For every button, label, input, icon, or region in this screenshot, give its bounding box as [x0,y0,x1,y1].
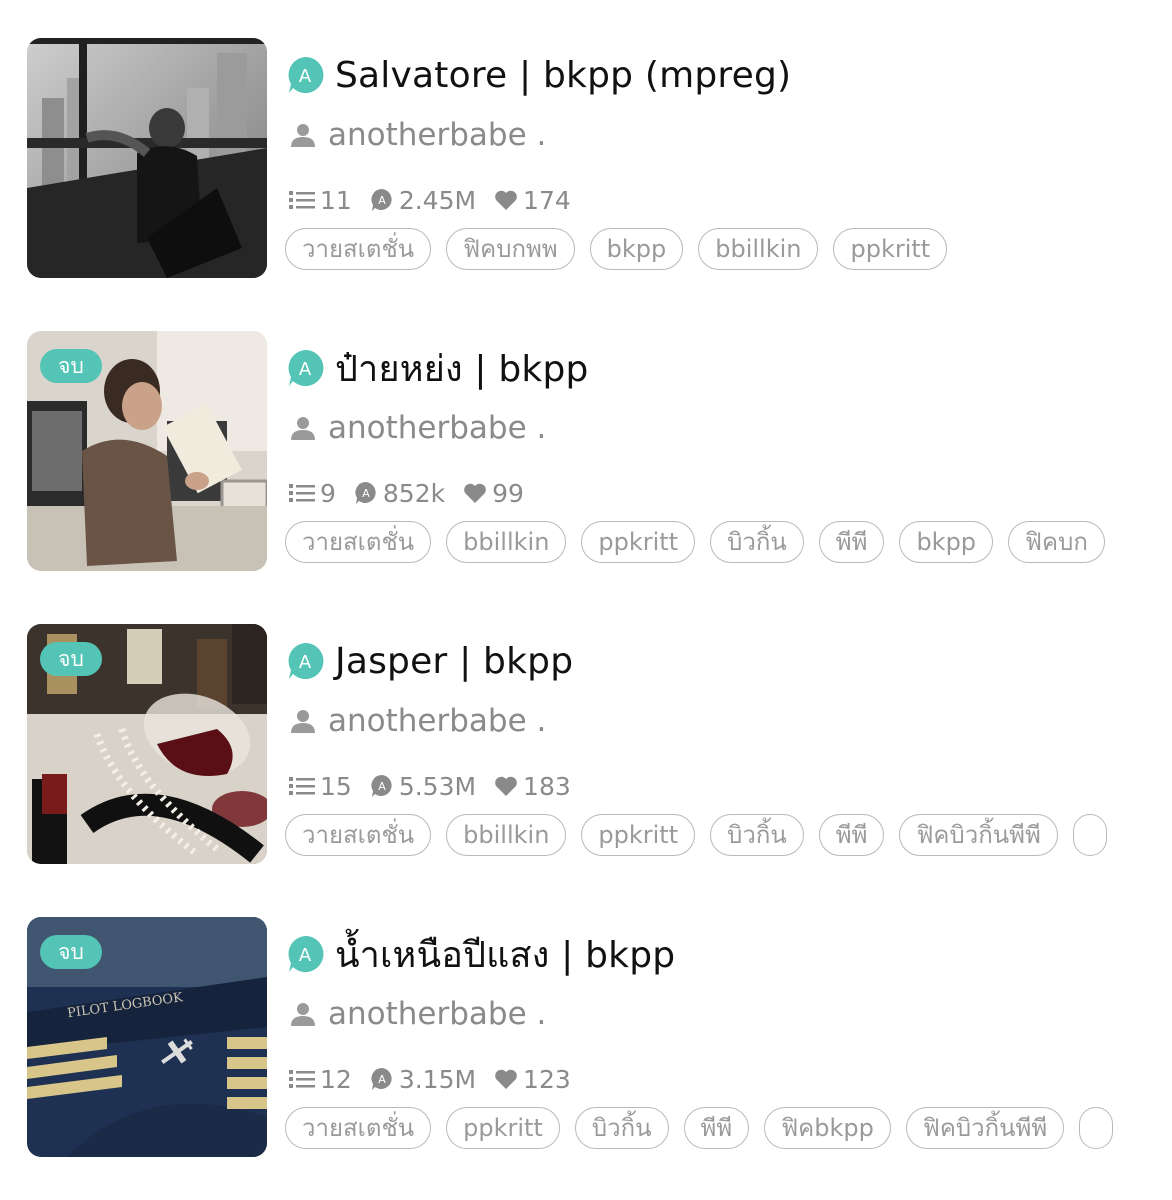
like-count: 174 [523,185,571,215]
chapter-count: 15 [320,771,352,801]
views-icon: A [371,774,392,797]
view-count: 3.15M [398,1064,477,1094]
chapter-count: 9 [320,478,336,508]
like-count: 99 [492,478,524,508]
view-count: 5.53M [398,771,477,801]
tag-chip[interactable]: bbillkin [446,814,567,856]
tag-chip[interactable]: bkpp [899,521,994,563]
heart-icon [495,190,517,210]
tag-list: วายสเตชั่น ฟิคบกพพ bkpp bbillkin ppkritt [285,228,1118,274]
chapter-count: 12 [320,1064,352,1094]
tag-chip[interactable]: bbillkin [446,521,567,563]
heart-icon [495,776,517,796]
tag-chip[interactable]: ppkritt [446,1107,560,1149]
svg-text:A: A [299,945,312,966]
tag-chip[interactable]: พีพี [683,1107,750,1149]
story-title[interactable]: Salvatore | bkpp (mpreg) [335,55,791,96]
story-title[interactable]: ป๋ายหย่ง | bkpp [335,340,589,397]
chapter-list-icon [289,777,315,795]
person-icon [291,710,315,733]
story-item[interactable]: จบ A ป๋ายหย่ง | bkpp anotherbabe . 9 A 8… [0,331,1172,571]
tag-chip[interactable]: ฟิคบกพพ [446,228,575,270]
views-icon: A [371,188,392,211]
tag-list: วายสเตชั่น ppkritt บิวกิ้น พีพี ฟิคbkpp ฟิคบิ… [285,1107,1118,1153]
tag-chip[interactable]: วายสเตชั่น [285,814,432,856]
tag-chip[interactable]: ฟิคบก [1008,521,1105,563]
tag-chip[interactable]: วายสเตชั่น [285,1107,432,1149]
chapter-list-icon [289,484,315,502]
app-logo-icon: A [288,642,324,679]
views-icon: A [355,481,376,504]
tag-chip[interactable]: ฟิคbkpp [764,1107,891,1149]
heart-icon [464,483,486,503]
person-icon [291,1003,315,1026]
tag-chip[interactable]: ppkritt [581,521,696,563]
svg-text:A: A [299,652,312,673]
tag-chip[interactable]: พีพี [818,521,885,563]
completed-badge: จบ [40,642,102,676]
tag-chip[interactable] [1079,1107,1114,1149]
tag-chip[interactable] [1072,814,1107,856]
tag-chip[interactable]: วายสเตชั่น [285,228,432,270]
story-title[interactable]: Jasper | bkpp [335,641,573,682]
tag-chip[interactable]: bkpp [589,228,684,270]
story-cover-image[interactable]: จบ [27,331,267,571]
story-title[interactable]: น้ำเหนือปีแสง | bkpp [335,926,675,983]
svg-text:A: A [378,194,386,207]
view-count: 852k [382,478,446,508]
tag-chip[interactable]: วายสเตชั่น [285,521,432,563]
chapter-list-icon [289,1070,315,1088]
story-item[interactable]: A Salvatore | bkpp (mpreg) anotherbabe .… [0,38,1172,278]
chapter-list-icon [289,191,315,209]
chapter-count: 11 [320,185,352,215]
author-name[interactable]: anotherbabe . [328,410,546,446]
story-cover-image[interactable] [27,38,267,278]
svg-text:A: A [378,1073,386,1086]
app-logo-icon: A [288,349,324,386]
like-count: 123 [523,1064,571,1094]
tag-chip[interactable]: บิวกิ้น [710,814,804,856]
story-item[interactable]: จบ A Jasper | bkpp anotherbabe . 15 A 5.… [0,624,1172,864]
story-item[interactable]: PILOT LOGBOOK จบ A น้ำเหนือปีแสง | bkpp [0,917,1172,1157]
completed-badge: จบ [40,935,102,969]
app-logo-icon: A [288,935,324,972]
author-name[interactable]: anotherbabe . [328,117,546,153]
tag-chip[interactable]: พีพี [818,814,885,856]
app-logo-icon: A [288,56,324,93]
person-icon [291,417,315,440]
tag-chip[interactable]: บิวกิ้น [574,1107,669,1149]
author-name[interactable]: anotherbabe . [328,703,546,739]
completed-badge: จบ [40,349,102,383]
tag-chip[interactable]: ppkritt [833,228,948,270]
svg-text:A: A [378,780,386,793]
tag-chip[interactable]: ฟิคบิวกิ้นพีพี [905,1107,1065,1149]
like-count: 183 [523,771,571,801]
story-cover-image[interactable]: PILOT LOGBOOK จบ [27,917,267,1157]
tag-list: วายสเตชั่น bbillkin ppkritt บิวกิ้น พีพี bkpp… [285,521,1118,567]
author-name[interactable]: anotherbabe . [328,996,546,1032]
svg-text:A: A [299,359,312,380]
tag-list: วายสเตชั่น bbillkin ppkritt บิวกิ้น พีพี ฟิคบ… [285,814,1118,860]
tag-chip[interactable]: ฟิคบิวกิ้นพีพี [899,814,1058,856]
heart-icon [495,1069,517,1089]
svg-text:A: A [299,66,312,87]
tag-chip[interactable]: bbillkin [698,228,819,270]
tag-chip[interactable]: บิวกิ้น [710,521,804,563]
tag-chip[interactable]: ppkritt [581,814,696,856]
view-count: 2.45M [398,185,477,215]
svg-text:A: A [362,487,370,500]
story-cover-image[interactable]: จบ [27,624,267,864]
views-icon: A [371,1067,392,1090]
person-icon [291,124,315,147]
